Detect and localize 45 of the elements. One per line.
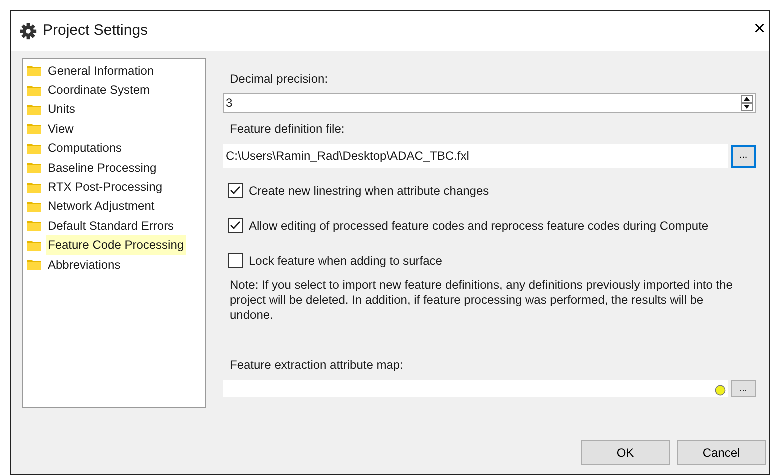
checkbox-label: Lock feature when adding to surface [249,252,442,270]
checkbox[interactable] [228,218,243,233]
folder-icon [27,182,41,193]
folder-icon [27,162,41,174]
folder-icon [27,240,41,251]
sidebar-item[interactable]: Baseline Processing [46,158,159,178]
sidebar-item[interactable]: Network Adjustment [46,196,157,216]
window-title: Project Settings [43,20,148,41]
cancel-button[interactable]: Cancel [677,440,766,465]
folder-icon [27,104,41,115]
folder-icon [27,123,41,134]
number-spinner[interactable]: 3 [223,93,756,113]
sidebar-item[interactable]: Feature Code Processing [46,235,186,256]
checkbox-label: Create new linestring when attribute changes [249,182,490,200]
browse-button[interactable]: ... [731,144,756,168]
field-label: Feature definition file: [229,121,346,138]
folder-icon [27,142,41,154]
note-text: Note: If you select to import new feature definitions, any definitions previously imported into the project will be deleted. In addition, if feature processing was performed, the results will be undone. [229,278,734,323]
file-path-field[interactable]: C:\Users\Ramin_Rad\Desktop\ADAC_TBC.fxl [223,144,728,168]
folder-icon [27,220,41,232]
folder-icon [27,84,41,96]
sidebar-item[interactable]: Units [46,99,78,120]
sidebar-item[interactable]: General Information [46,60,156,81]
folder-icon [27,65,41,76]
checkbox[interactable] [228,183,243,198]
field-value: 3 [226,95,233,112]
checkbox[interactable] [228,253,243,268]
sidebar-item[interactable]: Default Standard Errors [46,216,176,236]
close-button[interactable]: × [754,19,766,39]
sidebar-item[interactable]: View [46,118,76,139]
browse-button[interactable]: ... [731,380,756,397]
folder-icon [27,259,41,270]
field-label: Decimal precision: [229,71,330,88]
ok-button[interactable]: OK [581,440,670,465]
sidebar-item[interactable]: Coordinate System [46,80,152,100]
checkbox-label: Allow editing of processed feature codes and reprocess feature codes during Compute [249,218,709,234]
sidebar-item[interactable]: RTX Post-Processing [46,177,164,198]
field-label: Feature extraction attribute map: [229,357,404,374]
folder-icon [27,200,41,212]
sidebar-item[interactable]: Computations [46,138,124,158]
gear-icon [20,22,37,40]
spin-arrows-icon[interactable] [741,95,753,111]
attribute-map-field[interactable] [223,380,728,397]
sidebar-item[interactable]: Abbreviations [46,254,123,275]
dot-icon [715,385,726,396]
